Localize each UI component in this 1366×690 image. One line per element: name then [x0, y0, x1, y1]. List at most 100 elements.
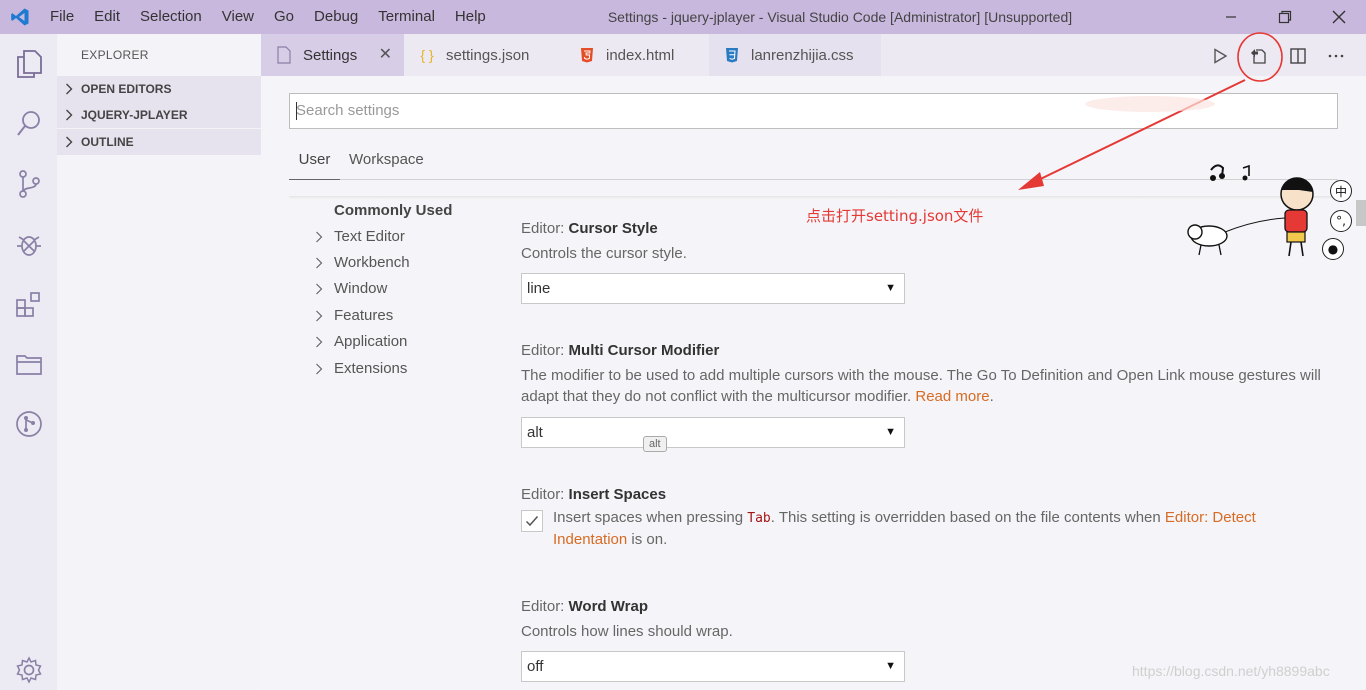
- tab-user[interactable]: User: [289, 141, 340, 180]
- ime-punctuation-icon[interactable]: °,: [1330, 210, 1352, 232]
- explorer-sidebar: EXPLORER OPEN EDITORS JQUERY-JPLAYER OUT…: [57, 34, 261, 690]
- tab-workspace[interactable]: Workspace: [349, 141, 424, 180]
- toc-application[interactable]: Application: [315, 333, 407, 350]
- settings-file-icon: [275, 46, 293, 64]
- search-icon: [16, 111, 40, 136]
- open-file-icon: [1251, 49, 1266, 64]
- git-graph-activity-button[interactable]: [0, 397, 57, 451]
- dropdown-arrow-icon: ▼: [885, 660, 896, 672]
- minimize-icon: [1226, 16, 1236, 18]
- extensions-icon: [15, 292, 40, 317]
- dropdown-arrow-icon: ▼: [885, 282, 896, 294]
- menu-selection[interactable]: Selection: [130, 0, 212, 34]
- chevron-right-icon: [65, 109, 75, 121]
- toc-text-editor[interactable]: Text Editor: [315, 228, 405, 245]
- tab-label: settings.json: [446, 46, 530, 64]
- menu-help[interactable]: Help: [445, 0, 496, 34]
- close-window-button[interactable]: [1312, 0, 1366, 34]
- setting-word-wrap: Editor: Word Wrap Controls how lines sho…: [521, 598, 1331, 682]
- dropdown-arrow-icon: ▼: [885, 426, 896, 438]
- section-outline[interactable]: OUTLINE: [57, 129, 261, 155]
- folder-icon: [15, 355, 42, 375]
- menu-edit[interactable]: Edit: [84, 0, 130, 34]
- toc-window[interactable]: Window: [315, 280, 387, 297]
- checkmark-icon: [525, 516, 539, 527]
- explorer-activity-button[interactable]: [0, 37, 57, 91]
- read-more-link[interactable]: Read more: [915, 388, 989, 405]
- chevron-right-icon: [315, 257, 328, 269]
- chevron-right-icon: [315, 363, 328, 375]
- menu-view[interactable]: View: [212, 0, 264, 34]
- debug-activity-button[interactable]: [0, 217, 57, 271]
- scrollbar-thumb[interactable]: [1356, 200, 1366, 226]
- menu-file[interactable]: File: [40, 0, 84, 34]
- manage-settings-button[interactable]: [0, 643, 57, 690]
- toc-label: Text Editor: [334, 228, 405, 245]
- extensions-activity-button[interactable]: [0, 277, 57, 331]
- setting-description: Controls how lines should wrap.: [521, 623, 733, 640]
- minimize-button[interactable]: [1204, 0, 1258, 34]
- tab-label: lanrenzhijia.css: [751, 46, 854, 64]
- section-label: OUTLINE: [81, 135, 134, 149]
- select-value: alt: [527, 424, 543, 441]
- select-value: line: [527, 280, 551, 297]
- tab-settings-json[interactable]: { } settings.json: [404, 34, 564, 76]
- activity-bar: [0, 34, 57, 690]
- git-graph-icon: [15, 411, 42, 437]
- play-icon: [1214, 48, 1228, 64]
- toc-workbench[interactable]: Workbench: [315, 254, 410, 271]
- menu-go[interactable]: Go: [264, 0, 304, 34]
- tab-settings[interactable]: Settings ✕: [261, 34, 404, 76]
- toc-label: Application: [334, 333, 408, 350]
- tab-lanrenzhijia-css[interactable]: lanrenzhijia.css: [709, 34, 881, 76]
- chevron-right-icon: [65, 136, 75, 148]
- ime-chinese-toggle[interactable]: 中: [1330, 180, 1352, 202]
- files-icon: [16, 50, 42, 78]
- tab-close-button[interactable]: ✕: [379, 46, 392, 64]
- section-open-editors[interactable]: OPEN EDITORS: [57, 76, 261, 102]
- bug-icon: [16, 236, 41, 256]
- toc-commonly-used[interactable]: Commonly Used: [334, 202, 452, 219]
- chevron-right-icon: [315, 283, 328, 295]
- toc-extensions[interactable]: Extensions: [315, 360, 407, 377]
- folder-activity-button[interactable]: [0, 337, 57, 391]
- toc-features[interactable]: Features: [315, 307, 393, 324]
- section-label: JQUERY-JPLAYER: [81, 108, 188, 122]
- select-value: off: [527, 658, 544, 675]
- run-button[interactable]: [1207, 44, 1233, 68]
- ime-skin-icon[interactable]: ●: [1322, 238, 1344, 260]
- toc-label: Extensions: [334, 360, 408, 377]
- setting-multi-cursor-modifier: Editor: Multi Cursor Modifier The modifi…: [521, 342, 1331, 448]
- multi-cursor-modifier-select[interactable]: alt ▼: [521, 417, 905, 448]
- search-settings-input[interactable]: Search settings: [289, 93, 1338, 129]
- search-placeholder: Search settings: [296, 102, 400, 119]
- word-wrap-select[interactable]: off ▼: [521, 651, 905, 682]
- search-activity-button[interactable]: [0, 97, 57, 151]
- cursor-style-select[interactable]: line ▼: [521, 273, 905, 304]
- toc-label: Features: [334, 307, 394, 324]
- source-control-activity-button[interactable]: [0, 157, 57, 211]
- html5-icon: [578, 46, 596, 64]
- watermark: https://blog.csdn.net/yh8899abc: [1132, 663, 1330, 679]
- tab-index-html[interactable]: index.html: [564, 34, 709, 76]
- window-title: Settings - jquery-jplayer - Visual Studi…: [607, 9, 1073, 25]
- chevron-right-icon: [65, 83, 75, 95]
- editor-tabs: Settings ✕ { } settings.json index.html …: [261, 34, 1366, 76]
- gear-icon: [15, 656, 42, 684]
- setting-title: Editor: Insert Spaces: [521, 486, 667, 503]
- close-icon: [1332, 10, 1346, 24]
- chevron-right-icon: [315, 231, 328, 243]
- menu-bar: File Edit Selection View Go Debug Termin…: [40, 0, 496, 34]
- more-actions-button[interactable]: [1323, 44, 1349, 68]
- tab-label: Settings: [303, 46, 358, 64]
- vscode-logo-icon: [0, 0, 40, 34]
- restore-button[interactable]: [1258, 0, 1312, 34]
- source-control-icon: [18, 170, 40, 198]
- split-editor-button[interactable]: [1285, 44, 1311, 68]
- section-jquery-jplayer[interactable]: JQUERY-JPLAYER: [57, 102, 261, 128]
- insert-spaces-checkbox[interactable]: [521, 510, 543, 532]
- menu-terminal[interactable]: Terminal: [368, 0, 445, 34]
- open-settings-json-button[interactable]: [1246, 44, 1272, 68]
- menu-debug[interactable]: Debug: [304, 0, 368, 34]
- chevron-right-icon: [315, 310, 328, 322]
